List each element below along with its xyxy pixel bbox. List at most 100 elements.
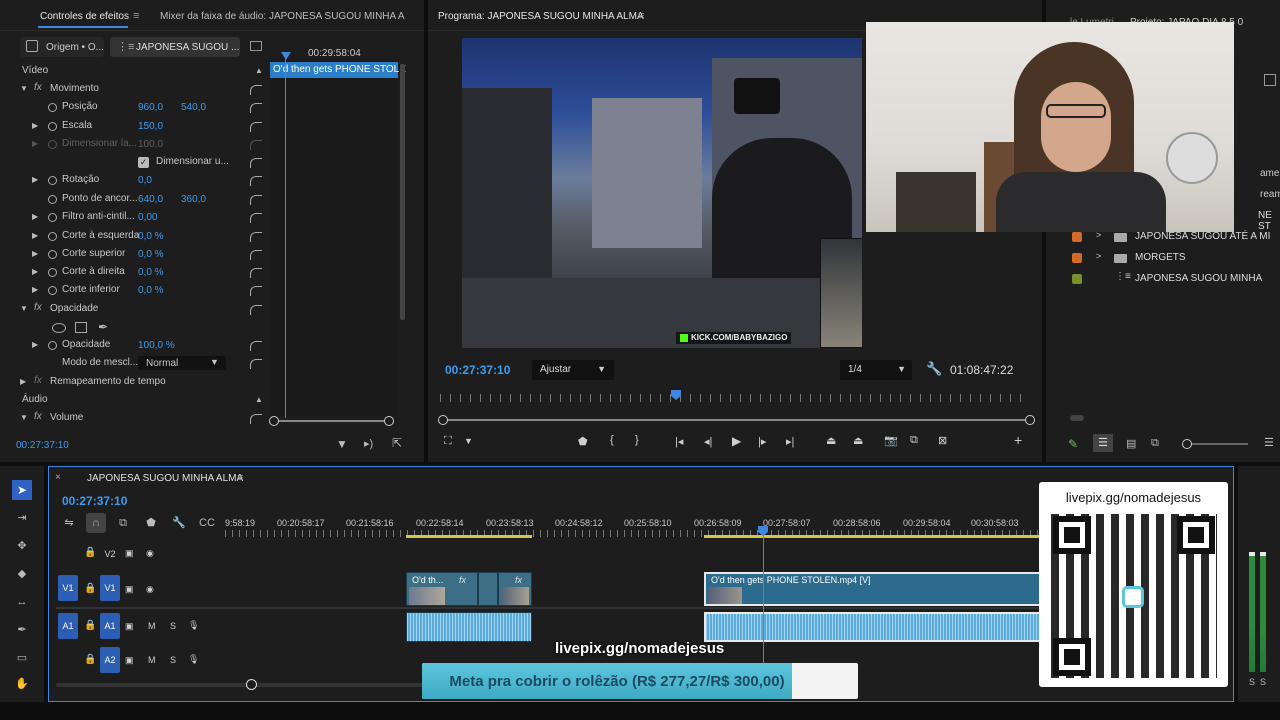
tab-effect-controls[interactable]: Controles de efeitos <box>40 11 129 22</box>
mini-timeline[interactable] <box>270 60 398 416</box>
reset-icon[interactable] <box>250 158 262 168</box>
eye-icon[interactable]: ◉ <box>146 584 154 595</box>
corte-esq-value[interactable]: 0,0 % <box>138 231 164 242</box>
work-area-bar[interactable] <box>704 535 1040 538</box>
expand-icon[interactable]: ▶ <box>32 249 38 258</box>
track-a2[interactable]: A2 <box>100 647 120 673</box>
expand-icon[interactable]: ▶ <box>32 212 38 221</box>
ripple-edit-icon[interactable]: ✥ <box>12 536 32 556</box>
zoom-handle[interactable] <box>1182 439 1192 449</box>
ancora-y-value[interactable]: 360,0 <box>181 194 206 205</box>
lift-icon[interactable]: ⏏ <box>826 434 836 447</box>
scroll-left[interactable] <box>438 415 448 425</box>
project-item-sequence[interactable]: ⋮≡ JAPONESA SUGOU MINHA <box>1070 271 1280 289</box>
ellipse-mask-icon[interactable] <box>52 323 66 333</box>
reset-icon[interactable] <box>250 232 262 242</box>
tab-audio-mixer[interactable]: Mixer da faixa de áudio: JAPONESA SUGOU … <box>160 11 405 22</box>
mini-playhead-head[interactable] <box>281 52 291 60</box>
new-bin-icon[interactable] <box>1264 74 1276 86</box>
expand-movimento-icon[interactable]: ▼ <box>20 84 28 93</box>
reset-icon[interactable] <box>250 85 262 95</box>
microphone-icon[interactable]: 🎙 <box>188 620 199 631</box>
filtro-value[interactable]: 0,00 <box>138 212 157 223</box>
reset-icon[interactable] <box>250 286 262 296</box>
track-a1[interactable]: A1 <box>100 613 120 639</box>
expand-icon[interactable]: ▶ <box>32 267 38 276</box>
mute-button[interactable]: M <box>148 621 156 631</box>
rectangle-icon[interactable]: ▭ <box>12 648 32 668</box>
add-marker-icon[interactable]: ⬟ <box>141 513 161 533</box>
stopwatch-icon[interactable] <box>48 122 57 131</box>
mini-zoom-bar[interactable] <box>272 420 392 422</box>
pen-mask-icon[interactable]: ✒ <box>98 320 108 334</box>
extract-icon[interactable]: ⏏ <box>853 434 863 447</box>
more-icon[interactable]: ☰ <box>1264 436 1274 449</box>
filter-icon[interactable]: ▼ <box>336 437 348 451</box>
corte-dir-value[interactable]: 0,0 % <box>138 267 164 278</box>
slip-icon[interactable]: ↔ <box>12 592 32 612</box>
close-icon[interactable]: × <box>55 472 61 483</box>
project-item-folder[interactable]: > MORGETS <box>1070 250 1280 268</box>
expand-icon[interactable]: ▶ <box>32 175 38 184</box>
zoom-slider[interactable] <box>1186 443 1248 445</box>
reset-icon[interactable] <box>250 103 262 113</box>
linked-icon[interactable]: ⧉ <box>113 513 133 533</box>
fx-icon[interactable]: fx <box>34 411 42 422</box>
rect-mask-icon[interactable] <box>75 322 87 333</box>
mini-zoom-left[interactable] <box>269 416 279 426</box>
program-scrollbar[interactable] <box>442 419 1030 421</box>
reset-icon[interactable] <box>250 122 262 132</box>
panel-menu-icon[interactable]: ≡ <box>638 10 644 22</box>
corte-inf-value[interactable]: 0,0 % <box>138 285 164 296</box>
mute-button[interactable]: M <box>148 655 156 665</box>
go-to-out-icon[interactable]: ▸| <box>786 435 794 448</box>
timeline-hscroll[interactable] <box>56 683 426 687</box>
reset-icon[interactable] <box>250 305 262 315</box>
project-hscroll[interactable] <box>1070 415 1084 421</box>
nest-icon[interactable]: ⇋ <box>59 513 79 533</box>
fx-icon[interactable]: fx <box>34 82 42 93</box>
stopwatch-icon[interactable] <box>48 195 57 204</box>
toggle-timeline-icon[interactable] <box>250 41 262 51</box>
mini-zoom-right[interactable] <box>384 416 394 426</box>
effects-timecode[interactable]: 00:27:37:10 <box>16 440 69 451</box>
snap-icon[interactable]: ∩ <box>86 513 106 533</box>
selection-tool-icon[interactable]: ➤ <box>12 480 32 500</box>
lock-icon[interactable]: 🔒 <box>84 583 96 594</box>
razor-icon[interactable]: ◆ <box>12 564 32 584</box>
video-clip[interactable] <box>478 572 498 606</box>
lock-icon[interactable]: 🔒 <box>84 547 96 558</box>
reset-icon[interactable] <box>250 359 262 369</box>
pencil-icon[interactable]: ✎ <box>1068 437 1078 451</box>
stopwatch-icon[interactable] <box>48 268 57 277</box>
lock-icon[interactable]: 🔒 <box>84 654 96 665</box>
mini-scrollbar[interactable] <box>400 64 405 320</box>
stopwatch-icon[interactable] <box>48 103 57 112</box>
camera-icon[interactable]: 📷 <box>884 434 898 447</box>
panel-menu-icon[interactable]: ≡ <box>133 10 139 22</box>
fx-icon[interactable]: fx <box>34 302 42 313</box>
play-audio-icon[interactable]: ▸) <box>364 437 373 450</box>
lock-icon[interactable]: 🔒 <box>84 620 96 631</box>
corte-sup-value[interactable]: 0,0 % <box>138 249 164 260</box>
stopwatch-icon[interactable] <box>48 176 57 185</box>
vr-icon[interactable]: ⊠ <box>938 434 947 447</box>
sequence-tab[interactable]: ⋮≡ JAPONESA SUGOU ... <box>110 37 240 57</box>
stopwatch-icon[interactable] <box>48 213 57 222</box>
audio-clip[interactable] <box>406 612 532 642</box>
track-select-icon[interactable]: ⇥ <box>12 508 32 528</box>
scroll-right[interactable] <box>1025 415 1035 425</box>
fit-dropdown[interactable]: Ajustar ▼ <box>532 360 614 380</box>
resolution-dropdown[interactable]: 1/4 ▼ <box>840 360 912 380</box>
opacidade-value[interactable]: 100,0 % <box>138 340 175 351</box>
toggle-sync-icon[interactable]: ▣ <box>125 584 134 595</box>
settings-wrench-icon[interactable]: 🔧 <box>169 513 189 533</box>
safe-margins-icon[interactable]: ⛶ <box>444 435 452 448</box>
expand-icon[interactable]: ▶ <box>32 340 38 349</box>
marker-icon[interactable]: ⬟ <box>578 435 588 448</box>
add-button-icon[interactable]: + <box>1014 432 1022 448</box>
stopwatch-icon[interactable] <box>48 341 57 350</box>
reset-icon[interactable] <box>250 213 262 223</box>
source-a1[interactable]: A1 <box>58 613 78 639</box>
mark-in-icon[interactable]: { <box>610 434 614 446</box>
